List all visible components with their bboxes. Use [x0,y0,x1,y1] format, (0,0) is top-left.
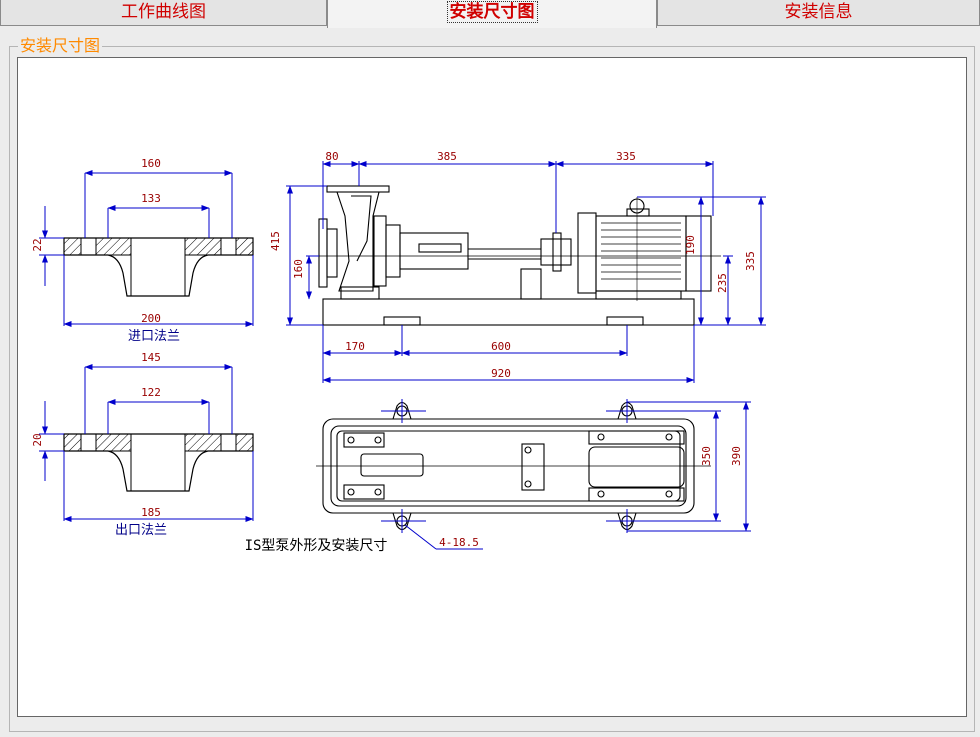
dim-235: 235 [716,273,729,293]
tab-install-dimensions[interactable]: 安装尺寸图 [327,0,657,28]
dim-390: 390 [730,446,743,466]
inlet-dim-outer: 160 [141,157,161,170]
dim-335: 335 [616,150,636,163]
tab-bar: 工作曲线图 安装尺寸图 安装信息 [0,0,980,28]
outlet-dim-width: 185 [141,506,161,519]
inlet-dim-thickness: 22 [31,238,44,251]
dim-190: 190 [684,235,697,255]
tab-work-curve[interactable]: 工作曲线图 [0,0,327,26]
dim-335-vertical: 335 [744,251,757,271]
drawing-canvas: 160 133 22 200 进口法兰 145 122 20 185 出口法兰 … [17,57,967,717]
dim-holes: 4-18.5 [439,536,479,549]
dim-600: 600 [491,340,511,353]
group-title: 安装尺寸图 [18,36,103,56]
dim-80: 80 [325,150,338,163]
inlet-flange-title: 进口法兰 [128,329,180,344]
tab-work-curve-label: 工作曲线图 [121,2,206,22]
drawing-caption: IS型泵外形及安装尺寸 [245,538,388,554]
dim-170: 170 [345,340,365,353]
outlet-dim-outer: 145 [141,351,161,364]
dim-350: 350 [700,446,713,466]
inlet-dim-inner: 133 [141,192,161,205]
pump-side-view [318,185,712,326]
installation-drawing: 160 133 22 200 进口法兰 145 122 20 185 出口法兰 … [31,150,766,554]
tab-install-info[interactable]: 安装信息 [657,0,980,26]
outlet-flange-title: 出口法兰 [115,523,167,538]
outlet-flange: 145 122 20 185 出口法兰 [31,351,254,538]
outlet-dim-inner: 122 [141,386,161,399]
dim-920: 920 [491,367,511,380]
dim-385: 385 [437,150,457,163]
outlet-dim-thickness: 20 [31,433,44,446]
dim-160: 160 [292,259,305,279]
inlet-flange: 160 133 22 200 进口法兰 [31,157,254,344]
dim-415: 415 [269,231,282,251]
tab-install-dimensions-label: 安装尺寸图 [446,1,538,23]
tab-install-info-label: 安装信息 [784,2,853,22]
inlet-dim-width: 200 [141,312,161,325]
